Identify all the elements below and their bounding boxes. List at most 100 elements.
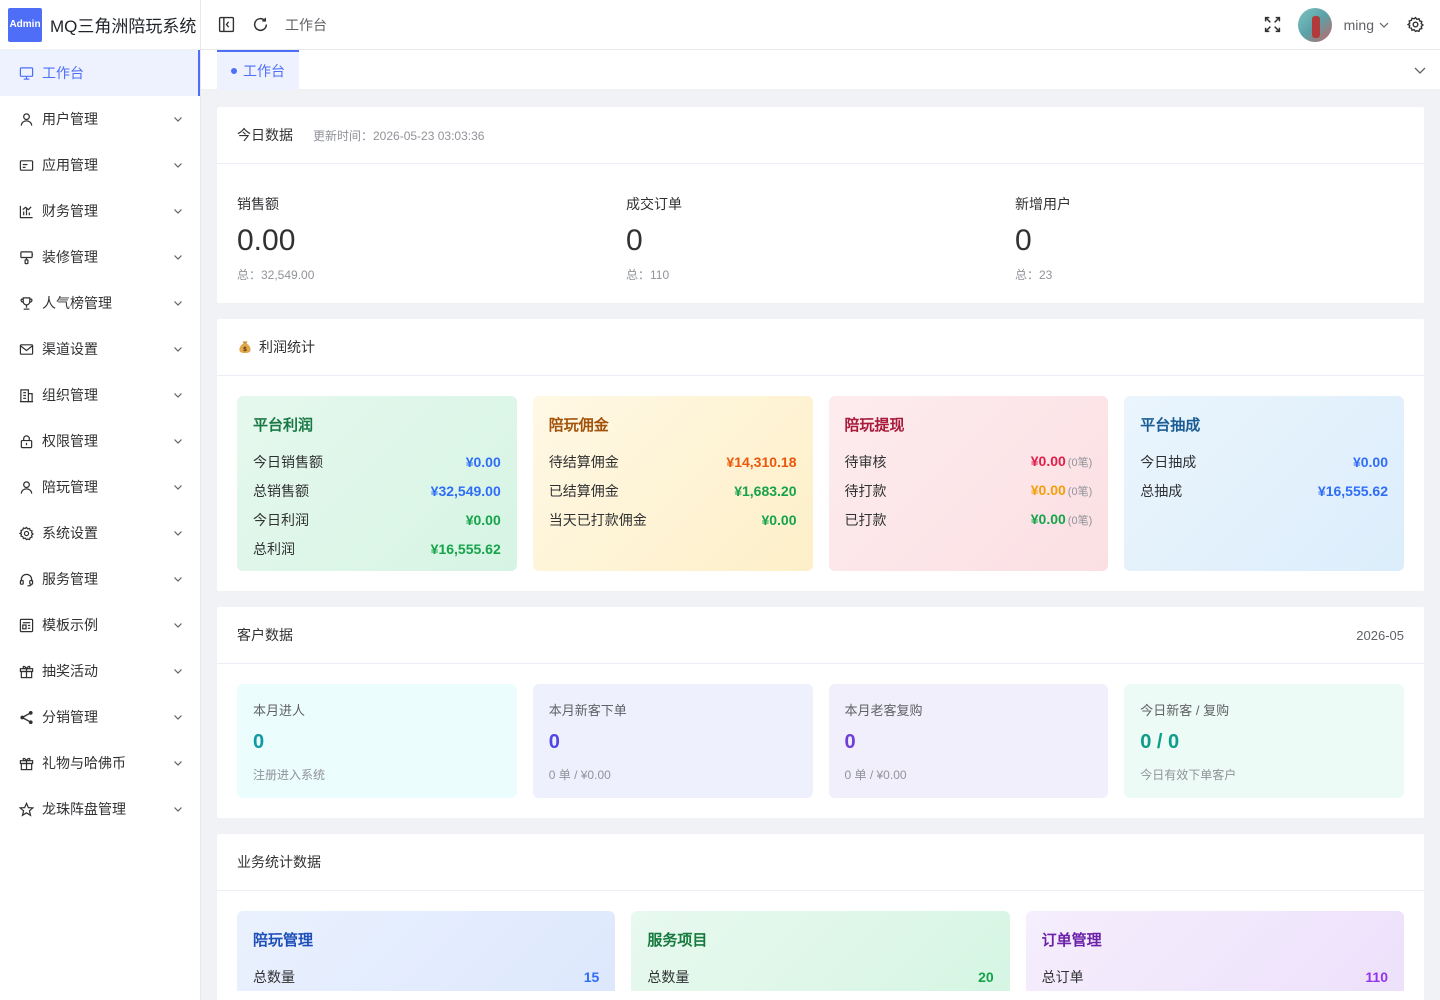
business-card[interactable]: 陪玩管理 总数量 15: [237, 911, 616, 991]
sidebar-item-11[interactable]: 系统设置: [0, 510, 200, 556]
today-stat: 成交订单 0 总：110: [626, 194, 1015, 283]
sidebar-item-14[interactable]: 抽奖活动: [0, 648, 200, 694]
profit-row: 已打款 ¥0.00 (0笔): [845, 505, 1093, 534]
chevron-down-icon[interactable]: [172, 481, 184, 493]
sidebar-item-3[interactable]: 应用管理: [0, 142, 200, 188]
collapse-sidebar-icon[interactable]: [217, 16, 235, 34]
sidebar-item-label: 服务管理: [42, 571, 98, 587]
row-value-group: ¥16,555.62: [431, 541, 501, 557]
profit-card: 陪玩提现 待审核 ¥0.00 (0笔) 待打款 ¥0.00 (0笔) 已打款 ¥0.00 (0笔): [828, 396, 1109, 571]
user-avatar[interactable]: [1297, 7, 1332, 42]
tab-label: 工作台: [243, 62, 285, 79]
chevron-down-icon[interactable]: [172, 389, 184, 401]
sidebar-item-8[interactable]: 组织管理: [0, 372, 200, 418]
business-card-title: 陪玩管理: [253, 932, 314, 949]
update-time: 更新时间：2026-05-23 03:03:36: [313, 128, 485, 143]
refresh-icon[interactable]: [251, 16, 269, 34]
business-row: 总订单 110: [1042, 962, 1388, 991]
business-label: 总订单: [1041, 968, 1084, 985]
customer-value: 0: [844, 731, 856, 753]
row-label: 总利润: [253, 540, 295, 557]
chevron-down-icon[interactable]: [172, 251, 184, 263]
customer-sub: 今日有效下单客户: [1140, 768, 1237, 782]
chevron-down-icon[interactable]: [172, 297, 184, 309]
row-value-group: ¥1,683.20: [734, 483, 796, 499]
sidebar-item-10[interactable]: 陪玩管理: [0, 464, 200, 510]
chevron-down-icon[interactable]: [172, 113, 184, 125]
customer-label: 本月老客复购: [844, 703, 923, 718]
logo[interactable]: Admin MQ三角洲陪玩系统: [0, 0, 200, 50]
sidebar-item-13[interactable]: 模板示例: [0, 602, 200, 648]
sidebar-item-label: 系统设置: [42, 525, 98, 541]
profit-card: 平台抽成 今日抽成 ¥0.00 总抽成 ¥16,555.62: [1124, 396, 1404, 571]
today-stat: 销售额 0.00 总：32,549.00: [237, 194, 626, 283]
sidebar-item-4[interactable]: 财务管理: [0, 188, 200, 234]
chevron-down-icon[interactable]: [1378, 19, 1390, 31]
business-card[interactable]: 服务项目 总数量 20: [631, 911, 1010, 991]
chevron-down-icon[interactable]: [172, 665, 184, 677]
customer-value: 0: [548, 731, 560, 753]
chevron-down-icon[interactable]: [172, 527, 184, 539]
profit-row: 待打款 ¥0.00 (0笔): [845, 476, 1093, 505]
customer-sub: 0 单 / ¥0.00: [844, 768, 907, 782]
chevron-down-icon[interactable]: [172, 205, 184, 217]
chevron-down-icon[interactable]: [172, 159, 184, 171]
card-title: 业务统计数据: [237, 854, 321, 870]
sidebar-item-12[interactable]: 服务管理: [0, 556, 200, 602]
gift-icon: [18, 755, 34, 771]
sidebar-item-label: 模板示例: [42, 617, 98, 633]
sidebar-item-2[interactable]: 用户管理: [0, 96, 200, 142]
profit-row: 待结算佣金 ¥14,310.18: [549, 447, 797, 476]
user-name[interactable]: ming: [1344, 17, 1374, 33]
sidebar-item-7[interactable]: 渠道设置: [0, 326, 200, 372]
row-value-group: ¥0.00: [761, 512, 796, 528]
row-value: ¥0.00: [1030, 482, 1066, 498]
profit-row: 总利润 ¥16,555.62: [253, 534, 501, 563]
row-value: ¥14,310.18: [726, 453, 797, 470]
brush-icon: [18, 249, 34, 265]
row-label: 已打款: [844, 511, 887, 528]
chevron-down-icon[interactable]: [172, 573, 184, 585]
chevron-down-icon[interactable]: [172, 803, 184, 815]
card-title: 今日数据: [237, 127, 293, 143]
sidebar-item-16[interactable]: 礼物与哈佛币: [0, 740, 200, 786]
customer-sub: 0 单 / ¥0.00: [548, 768, 611, 782]
period-label[interactable]: 2026-05: [1356, 628, 1404, 643]
sidebar-item-label: 龙珠阵盘管理: [42, 801, 126, 817]
profit-row: 已结算佣金 ¥1,683.20: [549, 476, 797, 505]
stat-value: 0: [1015, 224, 1032, 257]
app-title: MQ三角洲陪玩系统: [50, 17, 197, 36]
headset-icon: [18, 571, 34, 587]
sidebar-item-1[interactable]: 工作台: [0, 50, 200, 96]
breadcrumb[interactable]: 工作台: [285, 15, 327, 35]
row-count: (0笔): [1067, 486, 1093, 498]
user-icon: [18, 111, 34, 127]
tab-workbench[interactable]: 工作台: [217, 49, 299, 90]
chevron-down-icon[interactable]: [172, 619, 184, 631]
money-bag-icon: $: [237, 339, 253, 355]
sidebar-item-9[interactable]: 权限管理: [0, 418, 200, 464]
sidebar-item-label: 权限管理: [42, 433, 98, 449]
row-value-group: ¥14,310.18: [726, 454, 796, 470]
business-card-title: 订单管理: [1041, 932, 1102, 949]
customer-label: 本月进人: [253, 703, 306, 718]
business-card[interactable]: 订单管理总订单 110: [1025, 911, 1404, 991]
building-icon: [18, 387, 34, 403]
fullscreen-icon[interactable]: [1264, 16, 1282, 34]
tabs-dropdown-chevron-icon[interactable]: [1412, 62, 1428, 78]
row-value-group: ¥0.00: [1353, 454, 1388, 470]
stat-total: 总：110: [626, 268, 670, 282]
card-title: 利润统计: [259, 339, 315, 355]
chevron-down-icon[interactable]: [172, 711, 184, 723]
sidebar-item-5[interactable]: 装修管理: [0, 234, 200, 280]
sidebar-item-17[interactable]: 龙珠阵盘管理: [0, 786, 200, 832]
sidebar-item-15[interactable]: 分销管理: [0, 694, 200, 740]
card-title: 客户数据: [237, 627, 293, 643]
customer-sub: 注册进入系统: [253, 768, 326, 782]
chevron-down-icon[interactable]: [172, 343, 184, 355]
sidebar-item-6[interactable]: 人气榜管理: [0, 280, 200, 326]
business-stats-card: 业务统计数据 陪玩管理 总数量 15 服务项目 总数量 20 订单管理 总订单 110: [217, 834, 1424, 1000]
chevron-down-icon[interactable]: [172, 757, 184, 769]
settings-gear-icon[interactable]: [1406, 16, 1424, 34]
chevron-down-icon[interactable]: [172, 435, 184, 447]
